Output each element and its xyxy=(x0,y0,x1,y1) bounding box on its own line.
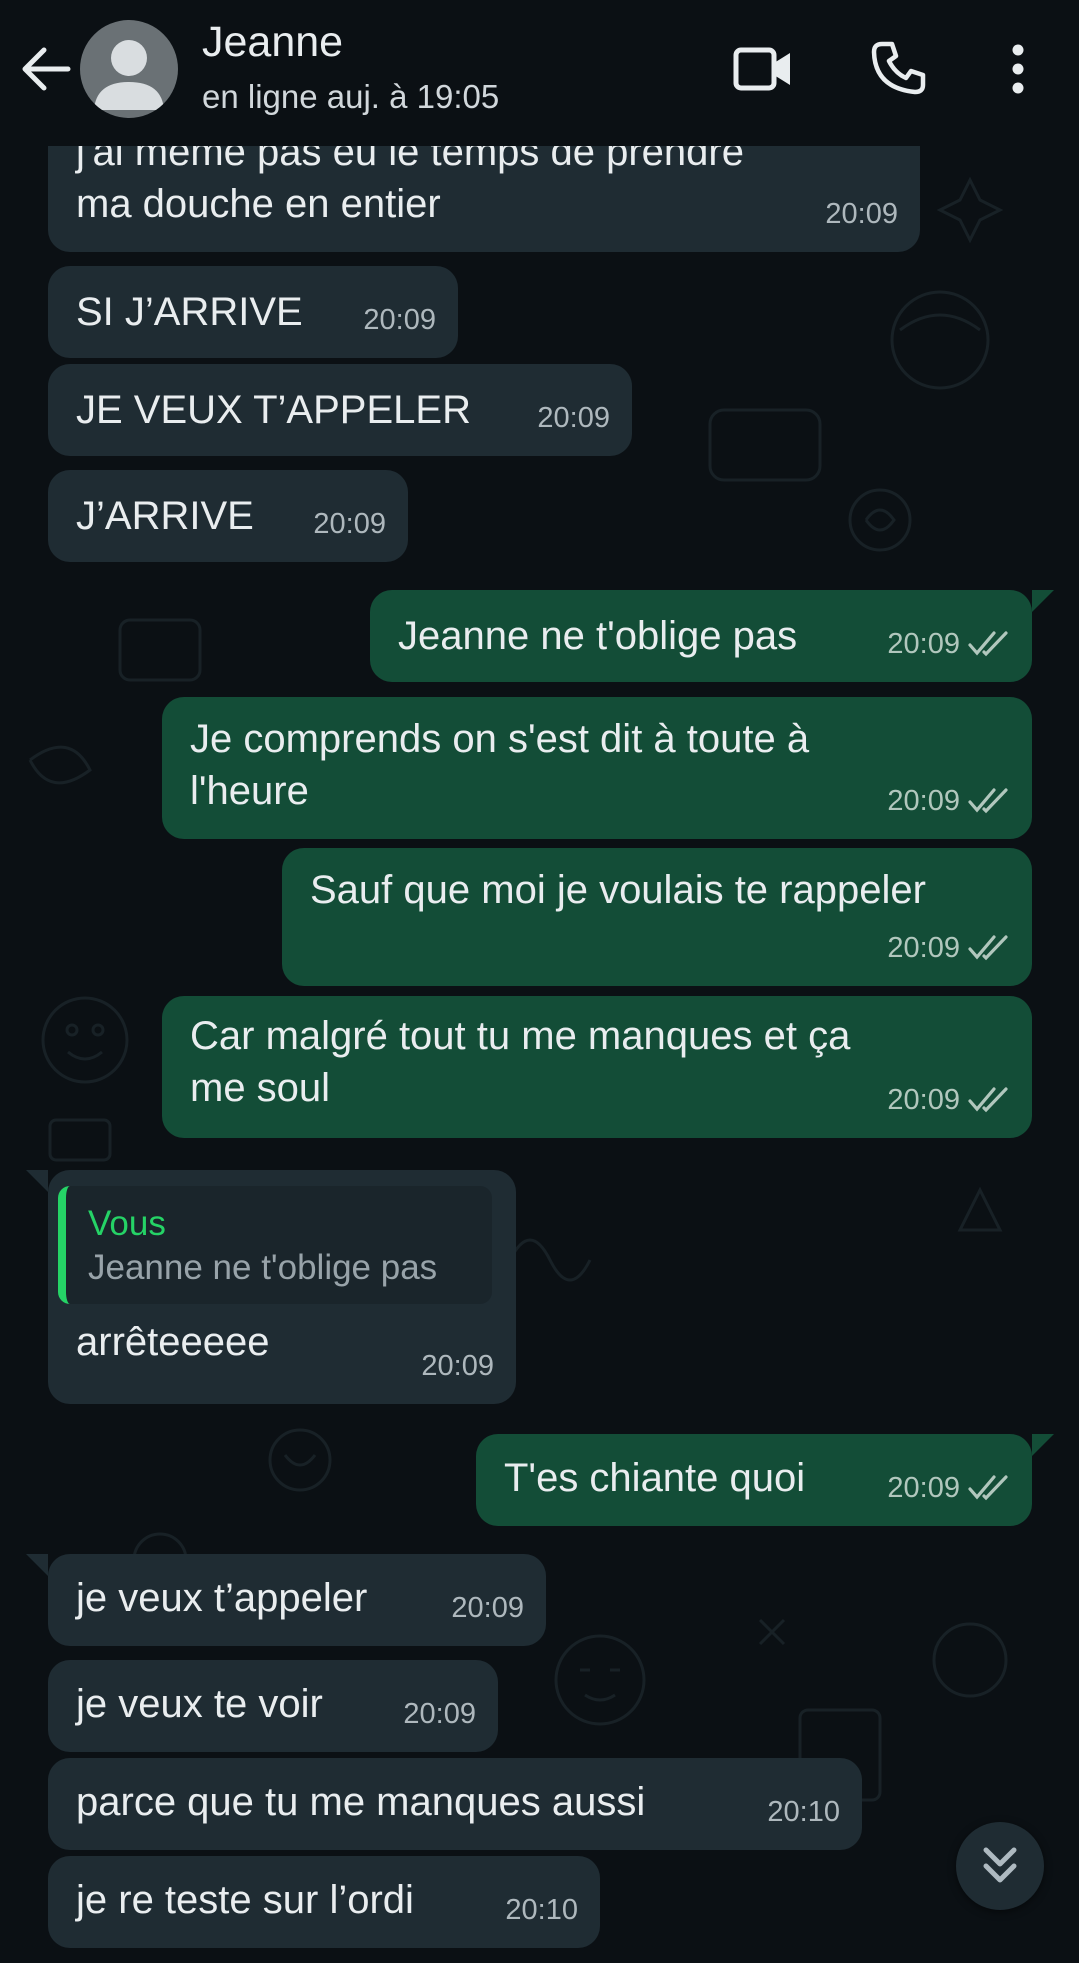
phone-call-icon[interactable] xyxy=(870,40,926,101)
message-time: 20:09 xyxy=(421,1350,494,1382)
message-meta: 20:09 xyxy=(887,618,1010,670)
message-bubble-incoming[interactable]: je re teste sur l’ordi 20:10 xyxy=(48,1856,600,1948)
message-meta: 20:09 xyxy=(887,1074,1010,1126)
message-meta: 20:09 xyxy=(887,1462,1010,1514)
message-bubble-outgoing[interactable]: Jeanne ne t'oblige pas 20:09 xyxy=(370,590,1032,682)
read-ticks-icon xyxy=(968,1475,1010,1501)
message-time: 20:09 xyxy=(887,1472,960,1504)
message-bubble-incoming[interactable]: SI J’ARRIVE 20:09 xyxy=(48,266,458,358)
read-ticks-icon xyxy=(968,1087,1010,1113)
message-list[interactable]: j'ai même pas eu le temps de prendre ma … xyxy=(0,0,1079,1963)
message-bubble-outgoing[interactable]: Je comprends on s'est dit à toute à l'he… xyxy=(162,697,1032,839)
message-meta: 20:10 xyxy=(505,1884,578,1936)
message-time: 20:09 xyxy=(537,402,610,434)
quote-text: Jeanne ne t'oblige pas xyxy=(88,1248,438,1287)
message-bubble-incoming[interactable]: parce que tu me manques aussi 20:10 xyxy=(48,1758,862,1850)
contact-status: en ligne auj. à 19:05 xyxy=(202,78,500,115)
message-time: 20:10 xyxy=(505,1894,578,1926)
message-meta: 20:09 xyxy=(537,392,610,444)
message-text: Car malgré tout tu me manques et ça xyxy=(190,1014,851,1058)
message-bubble-incoming[interactable]: je veux te voir 20:09 xyxy=(48,1660,498,1752)
message-time: 20:09 xyxy=(825,198,898,230)
message-meta: 20:09 xyxy=(451,1582,524,1634)
message-time: 20:09 xyxy=(887,932,960,964)
message-time: 20:09 xyxy=(887,785,960,817)
avatar[interactable] xyxy=(80,20,178,118)
message-meta: 20:09 xyxy=(313,498,386,550)
message-text: me soul xyxy=(190,1066,331,1110)
video-call-icon[interactable] xyxy=(732,44,794,99)
message-meta: 20:09 xyxy=(825,188,898,240)
read-ticks-icon xyxy=(968,631,1010,657)
message-time: 20:09 xyxy=(363,304,436,336)
message-bubble-incoming[interactable]: je veux t’appeler 20:09 xyxy=(48,1554,546,1646)
message-bubble-incoming[interactable]: J’ARRIVE 20:09 xyxy=(48,470,408,562)
message-meta: 20:10 xyxy=(767,1786,840,1838)
message-bubble-outgoing[interactable]: T'es chiante quoi 20:09 xyxy=(476,1434,1032,1526)
bubble-tail xyxy=(1032,590,1054,612)
message-text: l'heure xyxy=(190,769,309,813)
message-bubble-incoming[interactable]: JE VEUX T’APPELER 20:09 xyxy=(48,364,632,456)
message-time: 20:09 xyxy=(887,628,960,660)
message-text: JE VEUX T’APPELER xyxy=(76,388,471,432)
message-time: 20:09 xyxy=(313,508,386,540)
bubble-tail xyxy=(26,1554,48,1576)
message-text: Je comprends on s'est dit à toute à xyxy=(190,717,810,761)
scroll-to-bottom-button[interactable] xyxy=(956,1822,1044,1910)
double-chevron-down-icon xyxy=(980,1842,1020,1891)
message-bubble-outgoing[interactable]: Car malgré tout tu me manques et ça me s… xyxy=(162,996,1032,1138)
message-bubble-incoming[interactable]: Vous Jeanne ne t'oblige pas arrêteeeee 2… xyxy=(48,1170,516,1404)
quoted-message[interactable]: Vous Jeanne ne t'oblige pas xyxy=(58,1186,492,1304)
contact-name[interactable]: Jeanne xyxy=(202,18,343,67)
message-meta: 20:09 xyxy=(421,1340,494,1392)
read-ticks-icon xyxy=(968,935,1010,961)
message-text: Sauf que moi je voulais te rappeler xyxy=(310,868,926,912)
chat-header: Jeanne en ligne auj. à 19:05 xyxy=(0,0,1079,146)
more-options-icon[interactable] xyxy=(1008,44,1028,99)
message-text: je re teste sur l’ordi xyxy=(76,1878,414,1922)
message-text: parce que tu me manques aussi xyxy=(76,1780,646,1824)
message-meta: 20:09 xyxy=(887,922,1010,974)
message-time: 20:09 xyxy=(403,1698,476,1730)
message-time: 20:09 xyxy=(451,1592,524,1624)
message-time: 20:09 xyxy=(887,1084,960,1116)
bubble-tail xyxy=(1032,1434,1054,1456)
message-meta: 20:09 xyxy=(403,1688,476,1740)
message-time: 20:10 xyxy=(767,1796,840,1828)
quote-author: Vous xyxy=(88,1204,166,1243)
message-meta: 20:09 xyxy=(363,294,436,346)
message-text: ma douche en entier xyxy=(76,182,441,226)
message-meta: 20:09 xyxy=(887,775,1010,827)
read-ticks-icon xyxy=(968,788,1010,814)
back-arrow-icon[interactable] xyxy=(18,44,72,99)
bubble-tail xyxy=(26,1170,48,1192)
message-bubble-outgoing[interactable]: Sauf que moi je voulais te rappeler 20:0… xyxy=(282,848,1032,986)
